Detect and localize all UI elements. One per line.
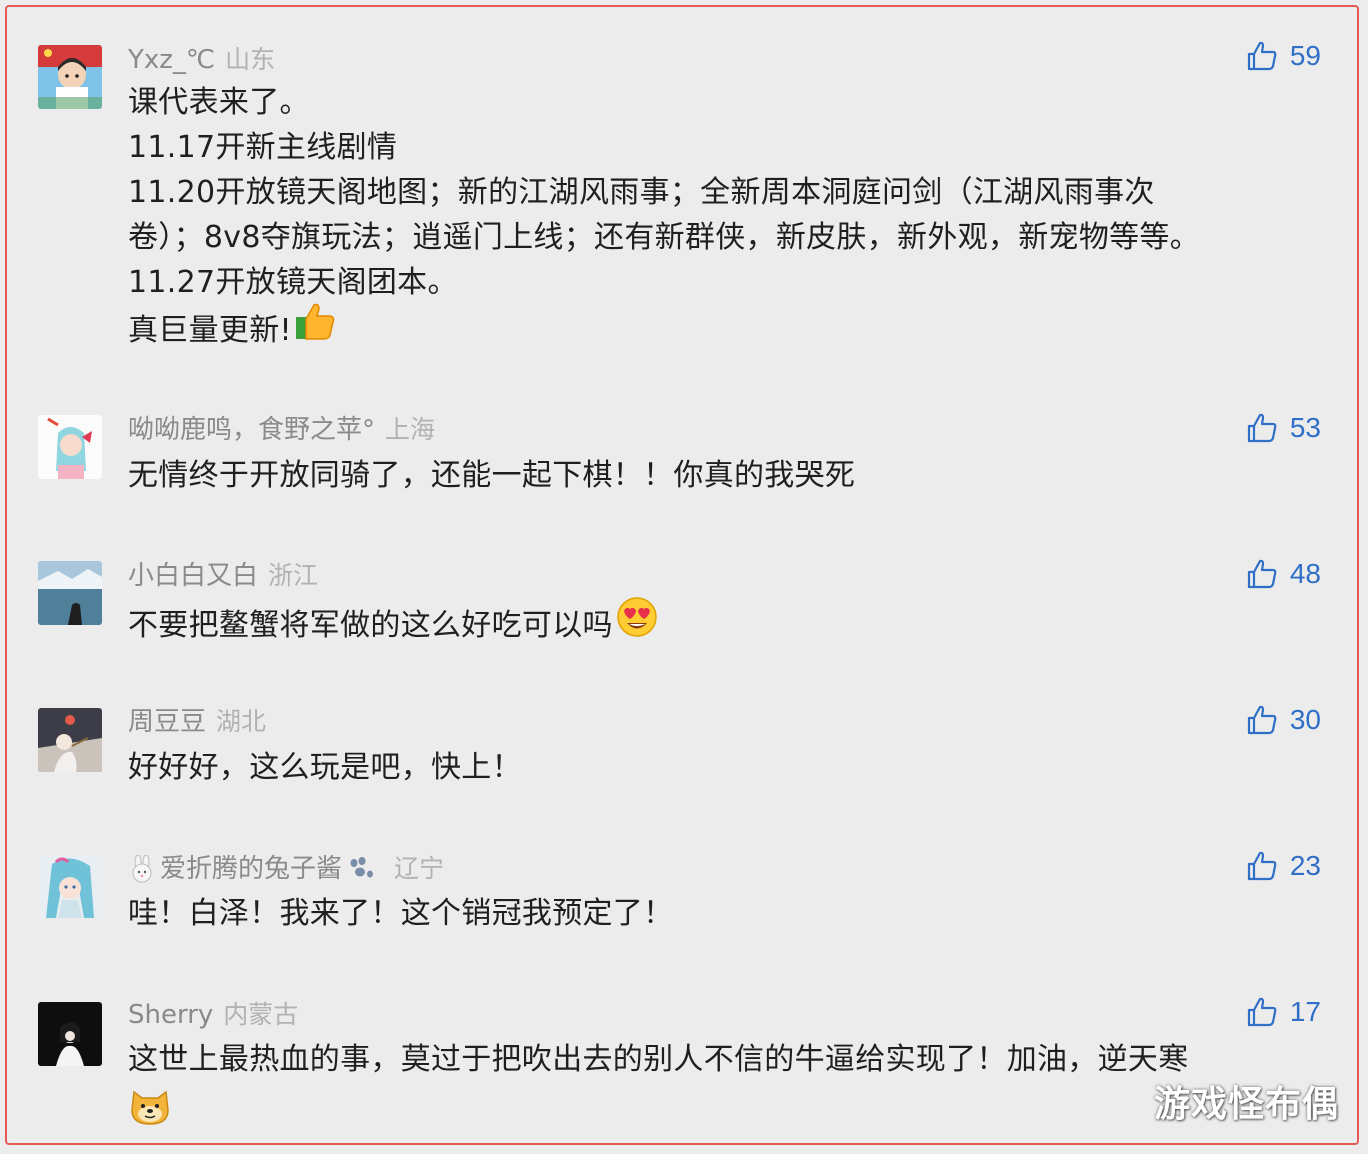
- like-button[interactable]: 23: [1246, 848, 1321, 884]
- like-button[interactable]: 53: [1246, 410, 1321, 446]
- avatar[interactable]: [38, 854, 102, 918]
- comment-text: 哇！白泽！我来了！这个销冠我预定了！: [128, 891, 1298, 936]
- like-count: 53: [1289, 412, 1321, 443]
- comment-meta: Yxz_℃ 山东: [128, 43, 275, 77]
- avatar[interactable]: [38, 708, 102, 772]
- like-button[interactable]: 59: [1246, 38, 1321, 74]
- like-count: 23: [1289, 850, 1321, 881]
- like-button[interactable]: 17: [1246, 994, 1321, 1030]
- thumbs-up-icon: [1247, 413, 1277, 443]
- comment-meta: 周豆豆 湖北: [128, 705, 266, 739]
- like-count: 48: [1289, 558, 1321, 589]
- avatar[interactable]: [38, 415, 102, 479]
- thumbs-up-icon: [1247, 559, 1277, 589]
- comment-text: 无情终于开放同骑了，还能一起下棋！！你真的我哭死: [128, 453, 1298, 498]
- username[interactable]: 呦呦鹿鸣，食野之苹°: [128, 415, 375, 445]
- comment-line: [128, 1082, 1298, 1137]
- comment-line: 11.20开放镜天阁地图；新的江湖风雨事；全新周本洞庭问剑（江湖风雨事次: [128, 175, 1155, 210]
- like-count: 30: [1289, 704, 1321, 735]
- comment-text: 不要把鳌蟹将军做的这么好吃可以吗: [128, 596, 1298, 654]
- username[interactable]: 周豆豆: [128, 707, 206, 737]
- comment-line: 真巨量更新!: [128, 303, 1298, 358]
- like-button[interactable]: 48: [1246, 556, 1321, 592]
- comment-line: 课代表来了。: [128, 85, 310, 120]
- comment-meta: 呦呦鹿鸣，食野之苹° 上海: [128, 413, 435, 447]
- rabbit-emoji: [128, 854, 156, 892]
- avatar[interactable]: [38, 45, 102, 109]
- comment-meta: Sherry 内蒙古: [128, 998, 298, 1032]
- comment-text: 课代表来了。 11.17开新主线剧情 11.20开放镜天阁地图；新的江湖风雨事；…: [128, 80, 1298, 358]
- like-button[interactable]: 30: [1246, 702, 1321, 738]
- username[interactable]: 小白白又白: [128, 561, 258, 591]
- comment-line: 不要把鳌蟹将军做的这么好吃可以吗: [128, 596, 1298, 654]
- heart-eyes-emoji: [615, 596, 659, 651]
- location: 浙江: [268, 561, 319, 590]
- like-count: 17: [1289, 996, 1321, 1027]
- comment-line: 这世上最热血的事，莫过于把吹出去的别人不信的牛逼给实现了！加油，逆天寒: [128, 1042, 1189, 1077]
- comment-line: 好好好，这么玩是吧，快上！: [128, 750, 522, 785]
- comment-line-text: 真巨量更新!: [128, 313, 292, 348]
- thumbs-up-icon: [1247, 41, 1277, 71]
- comment-line: 11.27开放镜天阁团本。: [128, 265, 458, 300]
- doge-emoji: [128, 1084, 172, 1139]
- comment-line: 11.17开新主线剧情: [128, 130, 398, 165]
- thumbs-up-icon: [1247, 705, 1277, 735]
- comment-line: 无情终于开放同骑了，还能一起下棋！！你真的我哭死: [128, 458, 856, 493]
- location: 辽宁: [394, 854, 445, 883]
- watermark: 游戏怪布偶: [1153, 1084, 1339, 1125]
- thumbs-up-icon: [1247, 851, 1277, 881]
- paw-emoji: [346, 855, 376, 892]
- location: 湖北: [216, 707, 267, 736]
- comment-meta: 小白白又白 浙江: [128, 559, 318, 593]
- comment-text: 这世上最热血的事，莫过于把吹出去的别人不信的牛逼给实现了！加油，逆天寒: [128, 1037, 1298, 1137]
- avatar[interactable]: [38, 561, 102, 625]
- location: 山东: [225, 45, 276, 74]
- comment-meta: 爱折腾的兔子酱 辽宁: [128, 851, 444, 885]
- comment-line: 哇！白泽！我来了！这个销冠我预定了！: [128, 896, 674, 931]
- like-count: 59: [1289, 40, 1321, 71]
- location: 上海: [385, 415, 436, 444]
- location: 内蒙古: [223, 1000, 299, 1029]
- username[interactable]: 爱折腾的兔子酱: [160, 854, 342, 884]
- username[interactable]: Sherry: [128, 1000, 213, 1030]
- comment-line-text: 不要把鳌蟹将军做的这么好吃可以吗: [128, 608, 613, 643]
- comment-line: 卷）；8v8夺旗玩法；逍遥门上线；还有新群侠，新皮肤，新外观，新宠物等等。: [128, 220, 1201, 255]
- avatar[interactable]: [38, 1002, 102, 1066]
- comment-text: 好好好，这么玩是吧，快上！: [128, 745, 1298, 790]
- thumbs-up-icon: [1247, 997, 1277, 1027]
- username[interactable]: Yxz_℃: [128, 45, 215, 75]
- comment-panel: Yxz_℃ 山东 59 课代表来了。 11.17开新主线剧情 11.20开放镜天阁…: [5, 5, 1359, 1145]
- thumbs-up-emoji: [294, 301, 336, 354]
